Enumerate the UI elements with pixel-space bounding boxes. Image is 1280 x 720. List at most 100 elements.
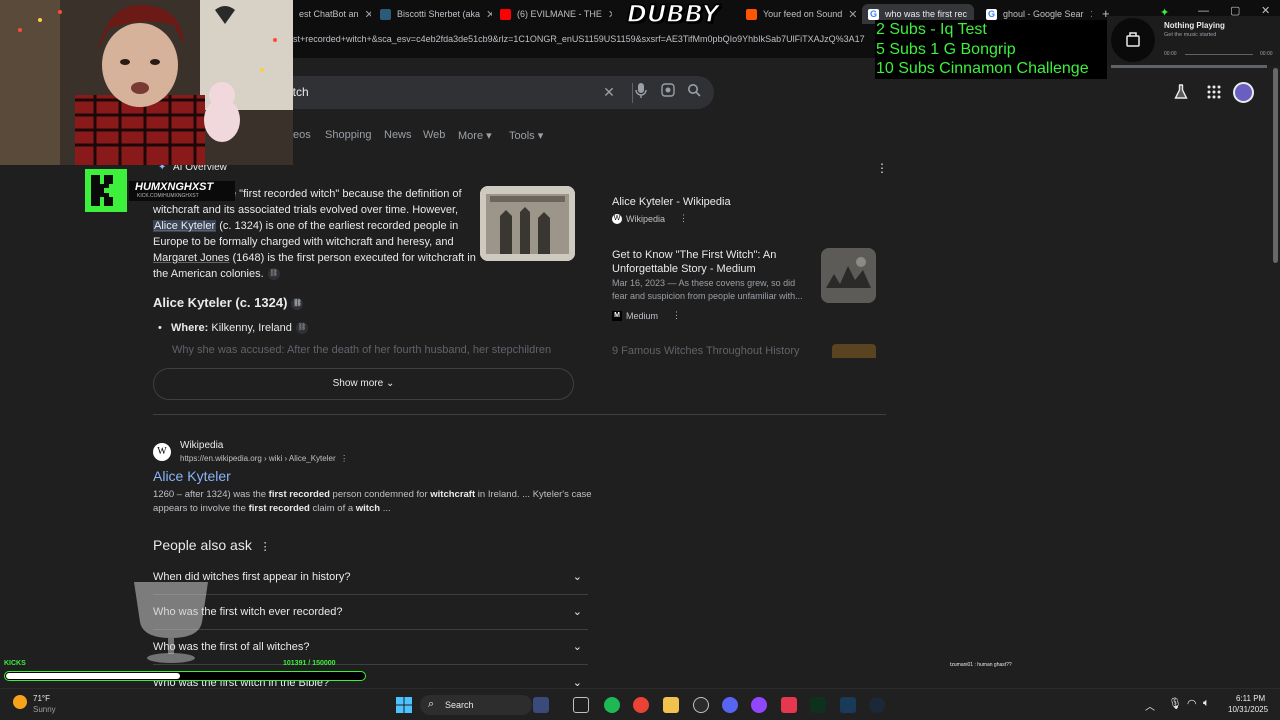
streamer-badge: HUMXNGHXST KICK.COM/HUMXNGHXST (85, 169, 235, 212)
tab-shopping[interactable]: Shopping (325, 129, 372, 141)
browser-tab[interactable]: Biscotti Sherbet (aka ✕ (374, 4, 492, 24)
search-box[interactable]: itch ✕ (270, 76, 714, 109)
soundcloud-icon (746, 8, 757, 20)
source-title-faded[interactable]: 9 Famous Witches Throughout History (612, 345, 799, 357)
apps-grid-icon[interactable] (1207, 85, 1221, 103)
tab-tools[interactable]: Tools ▾ (509, 129, 543, 142)
clock-date[interactable]: 10/31/2025 (1228, 705, 1268, 714)
url-field[interactable]: rst+recorded+witch+&sca_esv=c4eb2fda3de5… (290, 34, 875, 52)
more-options-icon[interactable]: ⋮ (340, 454, 348, 463)
highlight-alice-kyteler[interactable]: Alice Kyteler (153, 220, 217, 232)
wifi-icon[interactable]: ◠ (1187, 697, 1197, 710)
tab-more[interactable]: More ▾ (458, 129, 492, 142)
app-icon[interactable] (840, 697, 856, 713)
windows-start-icon[interactable] (396, 697, 412, 713)
paa-question[interactable]: Who was the first of all witches? ⌄ (153, 630, 588, 665)
clock-time[interactable]: 6:11 PM (1236, 694, 1265, 703)
show-more-button[interactable]: Show more ⌄ (153, 368, 574, 400)
scrollbar-thumb[interactable] (1273, 68, 1278, 263)
overview-text-line: the American colonies. ⛓ (153, 266, 478, 282)
witch-trial-illustration[interactable] (480, 186, 575, 261)
discord-icon[interactable] (722, 697, 738, 713)
more-options-icon[interactable]: ⋮ (876, 161, 888, 175)
dubby-logo-text: DUBBY (626, 0, 720, 29)
weather-temp[interactable]: 71°F (33, 694, 50, 703)
taskbar-search[interactable]: ⌕ Search (420, 695, 532, 715)
search-label: Search (445, 700, 474, 710)
browser-tab[interactable]: (6) EVILMANE - THE ✕ (494, 4, 612, 24)
result-site[interactable]: Wikipedia (180, 440, 223, 451)
task-view-icon[interactable] (573, 697, 589, 713)
source-site: M Medium ⋮ (612, 310, 681, 321)
result-title-link[interactable]: Alice Kyteler (153, 468, 231, 484)
overview-text-fragment: the American colonies. (153, 268, 264, 280)
link-chip-icon[interactable]: ⛓ (295, 322, 308, 335)
microphone-icon[interactable]: 🎙︎ (1168, 697, 1182, 710)
terminal-icon[interactable] (810, 697, 826, 713)
snippet-bold: witchcraft (430, 489, 476, 500)
overview-text-fragment: (c. 1324) is one of the earliest recorde… (216, 220, 459, 232)
speaker-icon[interactable]: 🔈︎ (1203, 697, 1210, 710)
medium-icon: M (612, 310, 622, 321)
close-icon[interactable]: ✕ (608, 8, 612, 21)
link-chip-icon[interactable]: ⛓ (291, 297, 304, 310)
close-window-icon[interactable]: ✕ (1261, 4, 1270, 17)
file-explorer-icon[interactable] (663, 697, 679, 713)
more-options-icon[interactable]: ⋮ (260, 541, 271, 553)
obs-icon[interactable] (693, 697, 709, 713)
chevron-up-icon[interactable]: ︿ (1145, 698, 1155, 713)
browser-tab[interactable]: Your feed on Sound ✕ (740, 4, 858, 24)
close-icon[interactable]: ✕ (1090, 8, 1092, 21)
more-options-icon[interactable]: ⋮ (679, 213, 688, 224)
streamer-handle: KICK.COM/HUMXNGHXST (137, 193, 199, 199)
chevron-down-icon: ⌄ (385, 378, 395, 389)
google-icon: G (868, 8, 879, 20)
heading-text: Alice Kyteler (c. 1324) (153, 295, 288, 310)
browser-tab[interactable]: est ChatBot an ✕ (293, 4, 371, 24)
source-title[interactable]: Alice Kyteler - Wikipedia (612, 196, 731, 208)
tab-label: est ChatBot an (299, 9, 359, 19)
account-avatar[interactable] (1233, 82, 1254, 103)
tab-label: ghoul - Google Sear (1003, 9, 1084, 19)
microphone-icon[interactable] (632, 83, 650, 101)
clear-icon[interactable]: ✕ (600, 83, 618, 101)
chat-message: tzumani01 : human ghast?? (950, 662, 1012, 668)
snippet-fragment: person condemned for (329, 489, 431, 500)
restore-icon[interactable]: ▢ (1230, 4, 1240, 17)
source-title[interactable]: Get to Know "The First Witch": An Unforg… (612, 248, 807, 276)
sub-goal: 10 Subs Cinnamon Challenge (876, 60, 1089, 77)
paa-question[interactable]: When did witches first appear in history… (153, 560, 588, 595)
tab-news[interactable]: News (384, 129, 412, 141)
wikipedia-icon: W (612, 213, 622, 224)
minimize-icon[interactable]: — (1198, 5, 1209, 17)
chrome-icon[interactable] (633, 697, 649, 713)
link-chip-icon[interactable]: ⛓ (267, 268, 280, 281)
snippet-fragment: claim of a (309, 503, 356, 514)
lens-icon[interactable] (659, 83, 677, 101)
spotify-icon[interactable] (604, 697, 620, 713)
tab-web[interactable]: Web (423, 129, 445, 141)
tab-videos[interactable]: eos (293, 129, 311, 141)
close-icon[interactable]: ✕ (848, 8, 857, 21)
close-icon[interactable]: ✕ (973, 8, 974, 21)
tab-tools-label: Tools (509, 130, 535, 142)
twitch-icon[interactable] (751, 697, 767, 713)
time-start: 00:00 (1164, 51, 1177, 57)
labs-flask-icon[interactable] (1174, 84, 1188, 104)
search-icon[interactable] (685, 83, 703, 101)
more-options-icon[interactable]: ⋮ (672, 310, 681, 321)
now-playing-widget: Nothing Playing Get the music started 00… (1107, 16, 1280, 66)
result-url: https://en.wikipedia.org › wiki › Alice_… (180, 454, 348, 463)
section-divider (153, 414, 886, 415)
app-icon[interactable] (781, 697, 797, 713)
search-highlight-icon[interactable] (533, 697, 549, 713)
paa-question[interactable]: Who was the first witch ever recorded? ⌄ (153, 595, 588, 630)
wikipedia-icon: W (153, 443, 171, 461)
snippet-bold: first recorded (248, 503, 310, 514)
close-icon[interactable]: ✕ (486, 8, 492, 21)
steam-icon[interactable] (869, 697, 885, 713)
medium-article-thumbnail[interactable] (821, 248, 876, 303)
close-icon[interactable]: ✕ (365, 8, 371, 21)
page-scrollbar[interactable] (1271, 58, 1280, 688)
link-margaret-jones[interactable]: Margaret Jones (153, 252, 229, 264)
